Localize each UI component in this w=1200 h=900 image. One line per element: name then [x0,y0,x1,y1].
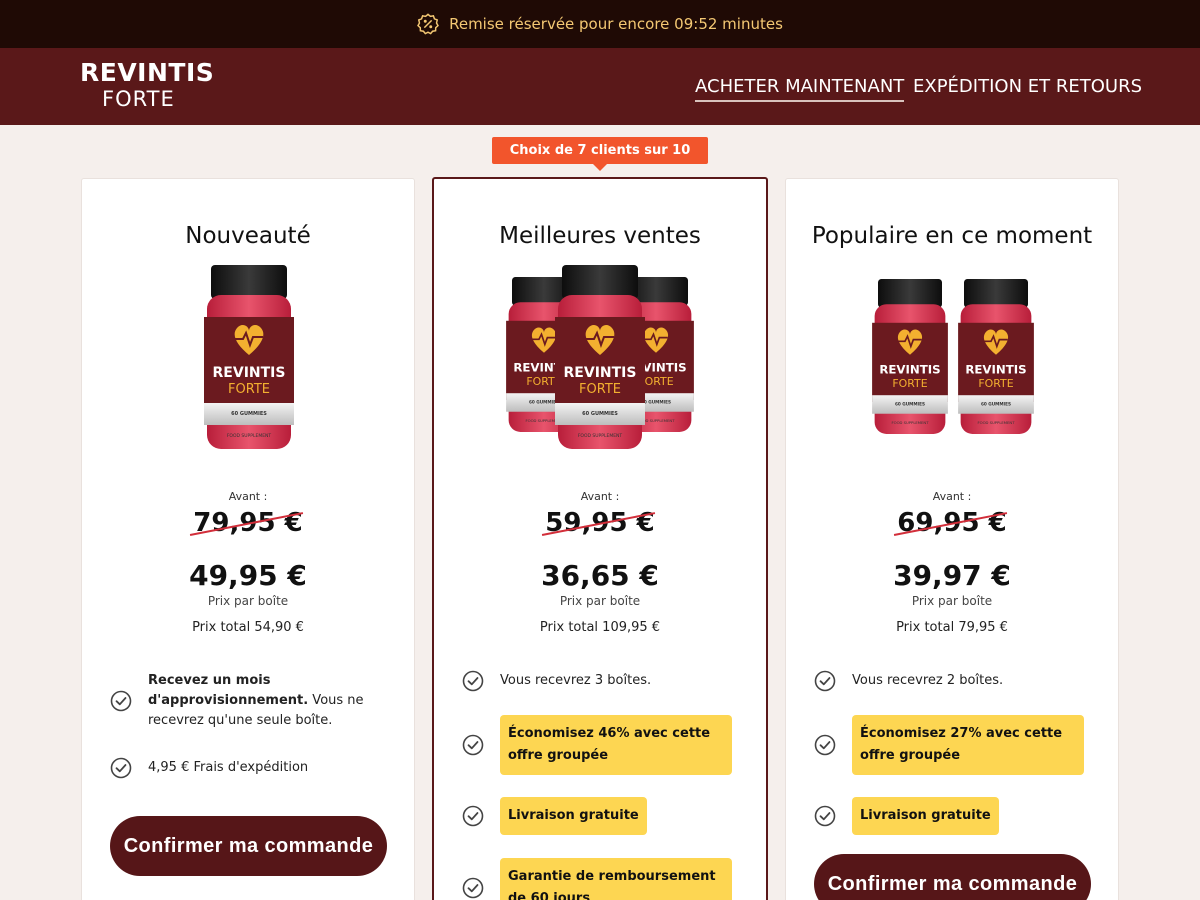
bottle-image [866,279,954,439]
total-price: Prix total 54,90 € [192,620,304,635]
free-shipping-highlight: Livraison gratuite [500,797,647,835]
new-price: 36,65 € [541,559,659,592]
header-nav: REVINTIS FORTE ACHETER MAINTENANT EXPÉDI… [0,48,1200,125]
feature-item: Vous recevrez 3 boîtes. [462,670,651,692]
old-price: 79,95 € [82,508,414,538]
bottle-image [952,279,1040,439]
countdown-text: Remise réservée pour encore 09:52 minute… [449,15,783,33]
feature-item: Économisez 46% avec cette offre groupée [462,715,732,775]
check-circle-icon [462,805,484,827]
feature-item: Recevez un mois d'approvisionnement. Vou… [110,671,368,731]
offer-title: Meilleures ventes [499,223,701,249]
feature-text: Vous recevrez 2 boîtes. [852,673,1004,688]
feature-item: Vous recevrez 2 boîtes. [814,670,1003,692]
confirm-order-button[interactable]: Confirmer ma commande [110,816,387,876]
brand-logo[interactable]: REVINTIS FORTE [80,60,214,110]
savings-highlight: Économisez 27% avec cette offre groupée [852,715,1084,775]
savings-highlight: Économisez 46% avec cette offre groupée [500,715,732,775]
feature-text: Vous recevrez 3 boîtes. [500,673,652,688]
check-circle-icon [814,805,836,827]
bottle-image [197,265,301,455]
per-box-label: Prix par boîte [207,594,289,608]
check-circle-icon [814,670,836,692]
nav-shipping-returns-link[interactable]: EXPÉDITION ET RETOURS [913,76,1142,100]
check-circle-icon [110,690,132,712]
confirm-order-button[interactable]: Confirmer ma commande [814,854,1091,900]
new-price: 49,95 € [189,559,307,592]
per-box-label: Prix par boîte [559,594,641,608]
feature-item: 4,95 € Frais d'expédition [110,757,308,779]
check-circle-icon [462,670,484,692]
bottle-image [548,265,652,455]
feature-text: 4,95 € Frais d'expédition [148,760,309,775]
total-price: Prix total 109,95 € [539,620,661,635]
offer-title: Nouveauté [185,223,311,249]
guarantee-highlight: Garantie de remboursement de 60 jours [500,858,732,900]
feature-bold-text: Recevez un mois d'approvisionnement. [148,673,309,708]
feature-text: Recevez un mois d'approvisionnement. Vou… [148,671,368,731]
old-price-value: 69,95 € [897,508,1007,538]
before-label: Avant : [228,490,268,503]
per-box-label: Prix par boîte [911,594,993,608]
old-price-value: 79,95 € [193,508,303,538]
product-image-double [786,265,1118,465]
check-circle-icon [462,877,484,899]
product-image-triple [434,265,766,465]
countdown-bar: Remise réservée pour encore 09:52 minute… [0,0,1200,48]
before-label: Avant : [932,490,972,503]
popular-choice-ribbon: Choix de 7 clients sur 10 [492,137,708,171]
offer-card-2: Meilleures ventes Avant : 59,95 € 36,65 … [432,177,768,900]
offer-card-1: Nouveauté Avant : 79,95 € 49,95 € Prix p… [81,178,415,900]
free-shipping-highlight: Livraison gratuite [852,797,999,835]
nav-buy-now-link[interactable]: ACHETER MAINTENANT [695,76,905,102]
feature-item: Livraison gratuite [814,797,999,835]
check-circle-icon [814,734,836,756]
before-label: Avant : [580,490,620,503]
total-price: Prix total 79,95 € [896,620,1008,635]
old-price-value: 59,95 € [545,508,655,538]
feature-item: Livraison gratuite [462,797,647,835]
product-image-single [82,265,414,465]
feature-item: Garantie de remboursement de 60 jours [462,858,732,900]
offer-card-3: Populaire en ce moment Avant : 69,95 € 3… [785,178,1119,900]
old-price: 59,95 € [434,508,766,538]
offer-title: Populaire en ce moment [811,223,1093,249]
check-circle-icon [462,734,484,756]
new-price: 39,97 € [893,559,1011,592]
brand-logo-line2: FORTE [102,87,175,111]
feature-item: Économisez 27% avec cette offre groupée [814,715,1084,775]
brand-logo-line1: REVINTIS [80,58,215,87]
check-circle-icon [110,757,132,779]
old-price: 69,95 € [786,508,1118,538]
discount-badge-icon [417,13,440,35]
